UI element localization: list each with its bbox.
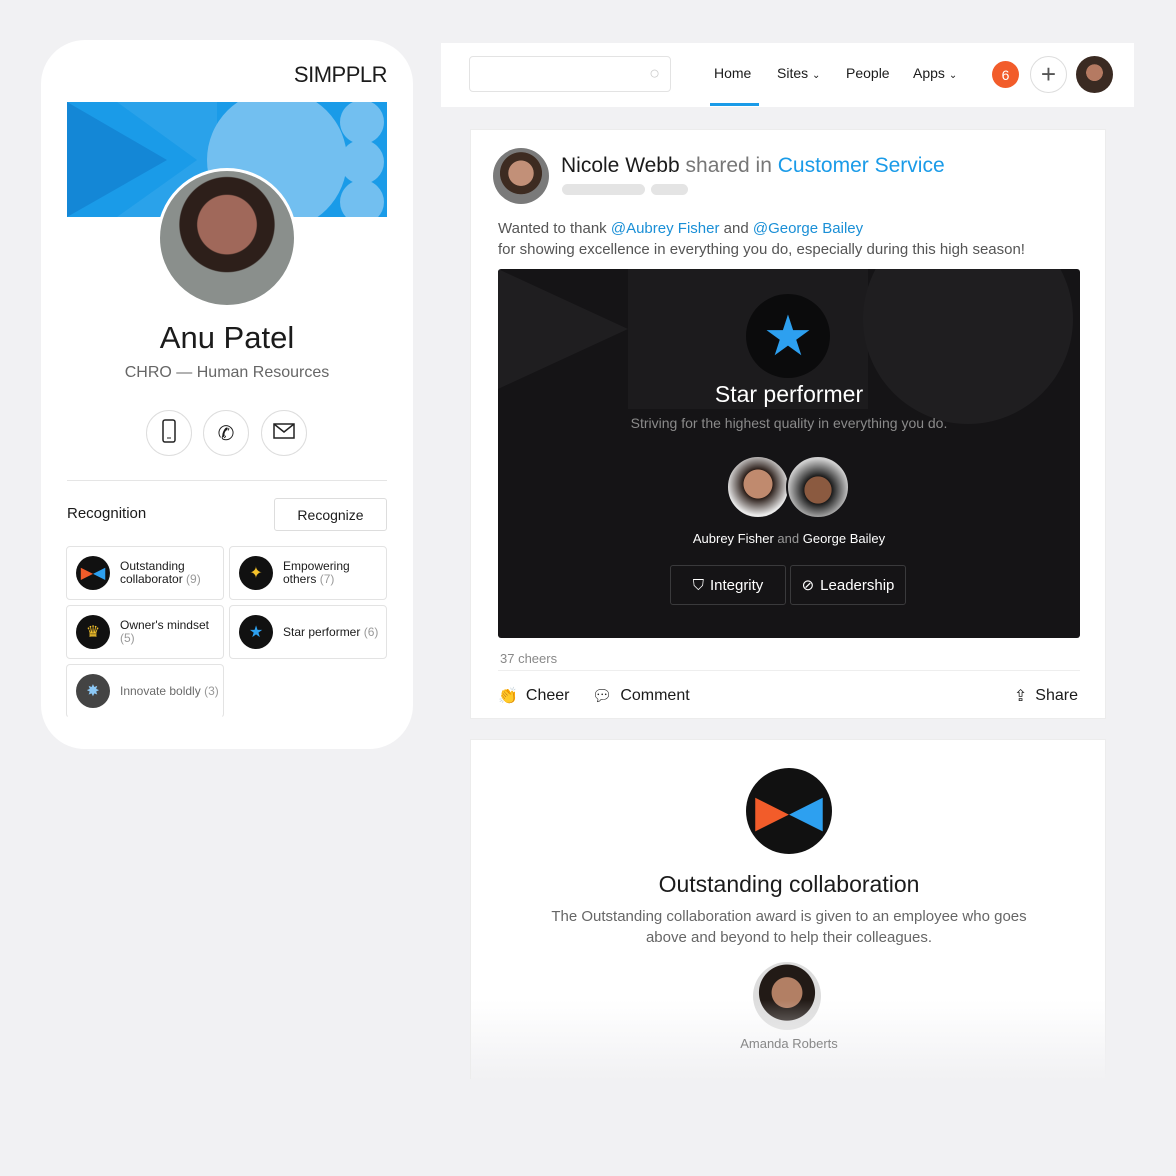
add-button[interactable]: +	[1030, 56, 1067, 93]
crown-icon: ♛	[76, 615, 110, 649]
badge-owners-mindset[interactable]: ♛ Owner's mindset (5)	[66, 605, 224, 659]
recognize-button[interactable]: Recognize	[274, 498, 387, 531]
post-verb: shared in	[685, 154, 772, 177]
recipients-and: and	[777, 531, 800, 546]
recipient-name[interactable]: Aubrey Fisher	[693, 531, 774, 546]
profile-phone-panel: SIMPPLR Anu Patel CHRO — Human Resources…	[41, 40, 413, 749]
notification-badge[interactable]: 6	[992, 61, 1019, 88]
skeleton-placeholder	[651, 184, 688, 195]
post-text: Wanted to thank @Aubrey Fisher and @Geor…	[498, 218, 1025, 260]
post-header: Nicole Webb shared in Customer Service	[561, 154, 945, 178]
badge-count: (9)	[186, 572, 201, 586]
badge-label: Empowering others	[283, 559, 350, 586]
badge-empowering-others[interactable]: ✦ Empowering others (7)	[229, 546, 387, 600]
plus-icon: +	[1040, 59, 1057, 89]
profile-name: Anu Patel	[159, 320, 295, 355]
badge-label: Owner's mindset	[120, 618, 209, 632]
value-label: Leadership	[820, 576, 895, 594]
share-label: Share	[1035, 687, 1078, 704]
award-title: Star performer	[714, 381, 864, 407]
author-avatar[interactable]	[493, 148, 549, 204]
user-avatar[interactable]	[1076, 56, 1113, 93]
chevron-down-icon: ⌄	[948, 70, 958, 81]
badge-count: (3)	[204, 683, 219, 698]
badge-label: Outstanding collaborator	[120, 559, 185, 586]
badge-label: Innovate boldly	[120, 683, 201, 698]
award-info-description: The Outstanding collaboration award is g…	[551, 908, 1027, 946]
recognition-heading: Recognition	[67, 505, 147, 522]
check-circle-icon: ⊘	[801, 577, 815, 594]
badge-label: Star performer	[283, 624, 361, 639]
nav-apps[interactable]: Apps ⌄	[913, 65, 957, 81]
simpplr-logo: SIMPPLR	[293, 62, 388, 87]
comment-label: Comment	[620, 687, 690, 704]
sparkle-icon: ✦	[239, 556, 273, 590]
mobile-icon	[161, 418, 177, 448]
scroll-fade	[41, 724, 413, 749]
site-link[interactable]: Customer Service	[778, 154, 945, 177]
award-card: ★ Star performer Striving for the highes…	[498, 269, 1080, 638]
burst-icon: ✸	[76, 674, 110, 708]
recipient-avatar[interactable]	[786, 455, 850, 519]
divider	[67, 480, 387, 481]
collaboration-award-icon: ▶ ◀	[746, 768, 832, 854]
badge-innovate-boldly[interactable]: ✸ Innovate boldly (3)	[66, 664, 224, 718]
feed-post: Nicole Webb shared in Customer Service W…	[470, 129, 1106, 719]
clap-icon: 👏	[498, 688, 518, 705]
badge-count: (5)	[120, 631, 135, 645]
collaboration-icon: ▶ ◀	[76, 556, 110, 590]
mobile-button[interactable]	[146, 410, 192, 456]
phone-button[interactable]: ✆	[203, 410, 249, 456]
badge-count: (7)	[319, 572, 335, 586]
search-icon: ○	[649, 63, 660, 83]
profile-avatar	[157, 168, 297, 308]
post-text-prefix: Wanted to thank	[498, 220, 607, 237]
nav-apps-label: Apps	[913, 65, 945, 81]
email-button[interactable]	[261, 410, 307, 456]
cheer-button[interactable]: 👏 Cheer	[498, 686, 570, 706]
mention-link[interactable]: @Aubrey Fisher	[611, 220, 720, 237]
phone-icon: ✆	[217, 422, 235, 445]
cheer-label: Cheer	[525, 687, 570, 704]
badge-count: (6)	[363, 624, 379, 639]
comment-button[interactable]: 💬︎ Comment	[592, 686, 690, 706]
nav-people[interactable]: People	[846, 65, 890, 81]
award-info-title: Outstanding collaboration	[658, 871, 920, 897]
value-tag-leadership[interactable]: ⊘ Leadership	[790, 565, 906, 605]
star-icon: ★	[239, 615, 273, 649]
share-icon: ⇪	[1013, 688, 1028, 705]
divider	[498, 670, 1080, 671]
nav-home[interactable]: Home	[714, 65, 751, 81]
mention-link[interactable]: @George Bailey	[753, 220, 863, 237]
active-tab-indicator	[710, 103, 759, 106]
badge-star-performer[interactable]: ★ Star performer (6)	[229, 605, 387, 659]
mail-icon	[273, 422, 295, 444]
recipient-names: Aubrey Fisher and George Bailey	[498, 531, 1080, 546]
post-text-and: and	[723, 220, 749, 237]
search-input[interactable]: ○	[469, 56, 671, 92]
badge-outstanding-collaborator[interactable]: ▶ ◀ Outstanding collaborator (9)	[66, 546, 224, 600]
value-tag-integrity[interactable]: ⛉ Integrity	[670, 565, 786, 605]
award-subtitle: Striving for the highest quality in ever…	[630, 415, 948, 431]
profile-role: CHRO — Human Resources	[124, 364, 330, 381]
star-performer-icon: ★	[746, 294, 830, 378]
author-name[interactable]: Nicole Webb	[561, 154, 680, 177]
shield-icon: ⛉	[692, 576, 704, 594]
recipient-avatar[interactable]	[726, 455, 790, 519]
share-button[interactable]: ⇪ Share	[1014, 686, 1078, 706]
recipient-name[interactable]: George Bailey	[803, 531, 885, 546]
value-label: Integrity	[709, 576, 764, 594]
post-text-line2: for showing excellence in everything you…	[498, 241, 1025, 258]
chevron-down-icon: ⌄	[812, 70, 821, 81]
nav-sites[interactable]: Sites ⌄	[777, 65, 820, 81]
comment-icon: 💬︎	[592, 688, 613, 705]
skeleton-placeholder	[562, 184, 645, 195]
recipient-name[interactable]: Amanda Roberts	[471, 1036, 1107, 1051]
top-navigation-bar: ○ Home Sites ⌄ People Apps ⌄ 6 +	[441, 43, 1134, 107]
award-info-card: ▶ ◀ Outstanding collaboration The Outstan…	[470, 739, 1107, 1080]
cheers-count[interactable]: 37 cheers	[500, 651, 557, 666]
nav-sites-label: Sites	[777, 65, 809, 81]
